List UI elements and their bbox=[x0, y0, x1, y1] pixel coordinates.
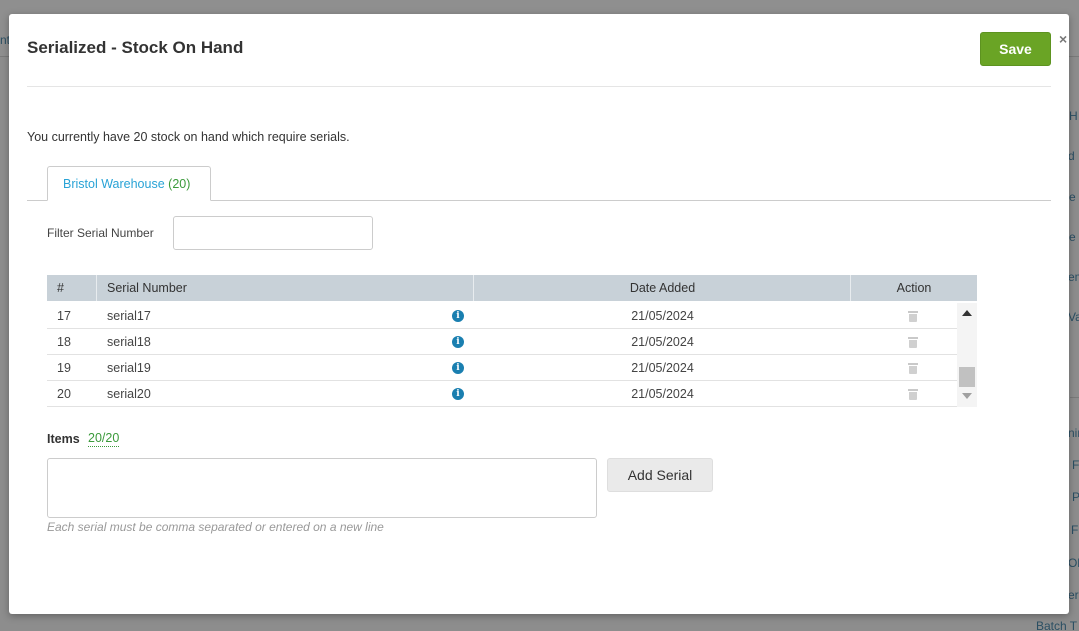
row-serial: serial19 bbox=[107, 361, 151, 375]
background-fragment: er bbox=[1068, 588, 1079, 602]
filter-serial-label: Filter Serial Number bbox=[47, 226, 154, 240]
delete-icon[interactable] bbox=[908, 337, 918, 348]
items-count: 20/20 bbox=[88, 431, 120, 447]
table-header: # Serial Number Date Added Action bbox=[47, 275, 977, 301]
row-number: 19 bbox=[57, 361, 71, 375]
scroll-up-arrow-icon[interactable] bbox=[962, 310, 972, 316]
modal-title: Serialized - Stock On Hand bbox=[27, 38, 244, 57]
serialized-stock-modal: × Serialized - Stock On Hand Save You cu… bbox=[9, 14, 1069, 614]
background-fragment: H bbox=[1069, 109, 1078, 123]
serials-table: # Serial Number Date Added Action 17 ser… bbox=[47, 275, 977, 407]
table-row: 20 serial20 i 21/05/2024 bbox=[47, 381, 957, 407]
row-number: 20 bbox=[57, 387, 71, 401]
table-row: 19 serial19 i 21/05/2024 bbox=[47, 355, 957, 381]
row-date: 21/05/2024 bbox=[631, 335, 694, 349]
serial-help-text: Each serial must be comma separated or e… bbox=[47, 520, 384, 534]
background-fragment: em bbox=[1068, 270, 1079, 284]
scroll-down-arrow-icon[interactable] bbox=[962, 393, 972, 399]
column-header-number: # bbox=[57, 281, 64, 295]
info-icon[interactable]: i bbox=[452, 362, 464, 374]
table-body: 17 serial17 i 21/05/2024 18 serial18 i 2… bbox=[47, 303, 957, 407]
background-fragment: F bbox=[1071, 523, 1079, 537]
tab-bristol-warehouse[interactable]: Bristol Warehouse (20) bbox=[47, 166, 211, 201]
column-separator bbox=[96, 275, 97, 301]
tab-count: (20) bbox=[168, 177, 191, 191]
row-date: 21/05/2024 bbox=[631, 361, 694, 375]
add-serial-button[interactable]: Add Serial bbox=[607, 458, 713, 492]
background-fragment: Va bbox=[1068, 310, 1079, 324]
background-fragment: Ob bbox=[1068, 556, 1079, 570]
header-divider bbox=[27, 86, 1051, 87]
row-serial: serial18 bbox=[107, 335, 151, 349]
table-row: 18 serial18 i 21/05/2024 bbox=[47, 329, 957, 355]
column-header-date: Date Added bbox=[629, 281, 696, 295]
background-fragment: e bbox=[1069, 230, 1076, 244]
background-fragment: Batch T bbox=[1036, 619, 1078, 631]
row-serial: serial17 bbox=[107, 309, 151, 323]
background-fragment: F bbox=[1072, 458, 1079, 472]
column-header-action: Action bbox=[896, 281, 932, 295]
close-icon[interactable]: × bbox=[1059, 32, 1067, 46]
save-button[interactable]: Save bbox=[980, 32, 1051, 66]
stock-message: You currently have 20 stock on hand whic… bbox=[27, 130, 350, 144]
delete-icon[interactable] bbox=[908, 311, 918, 322]
table-scrollbar[interactable] bbox=[957, 303, 977, 407]
row-serial: serial20 bbox=[107, 387, 151, 401]
table-row: 17 serial17 i 21/05/2024 bbox=[47, 303, 957, 329]
scroll-thumb[interactable] bbox=[959, 367, 975, 387]
row-date: 21/05/2024 bbox=[631, 387, 694, 401]
background-fragment: e bbox=[1069, 190, 1076, 204]
filter-serial-input[interactable] bbox=[173, 216, 373, 250]
background-divider bbox=[1070, 397, 1079, 398]
row-number: 17 bbox=[57, 309, 71, 323]
info-icon[interactable]: i bbox=[452, 336, 464, 348]
info-icon[interactable]: i bbox=[452, 310, 464, 322]
serial-entry-textarea[interactable] bbox=[47, 458, 597, 518]
background-fragment: d bbox=[1068, 149, 1075, 163]
background-fragment: P bbox=[1072, 490, 1079, 504]
column-header-serial: Serial Number bbox=[107, 281, 187, 295]
tab-label: Bristol Warehouse bbox=[63, 177, 165, 191]
background-fragment: nir bbox=[1068, 426, 1079, 440]
delete-icon[interactable] bbox=[908, 363, 918, 374]
info-icon[interactable]: i bbox=[452, 388, 464, 400]
delete-icon[interactable] bbox=[908, 389, 918, 400]
row-number: 18 bbox=[57, 335, 71, 349]
items-label: Items bbox=[47, 432, 80, 446]
row-date: 21/05/2024 bbox=[631, 309, 694, 323]
